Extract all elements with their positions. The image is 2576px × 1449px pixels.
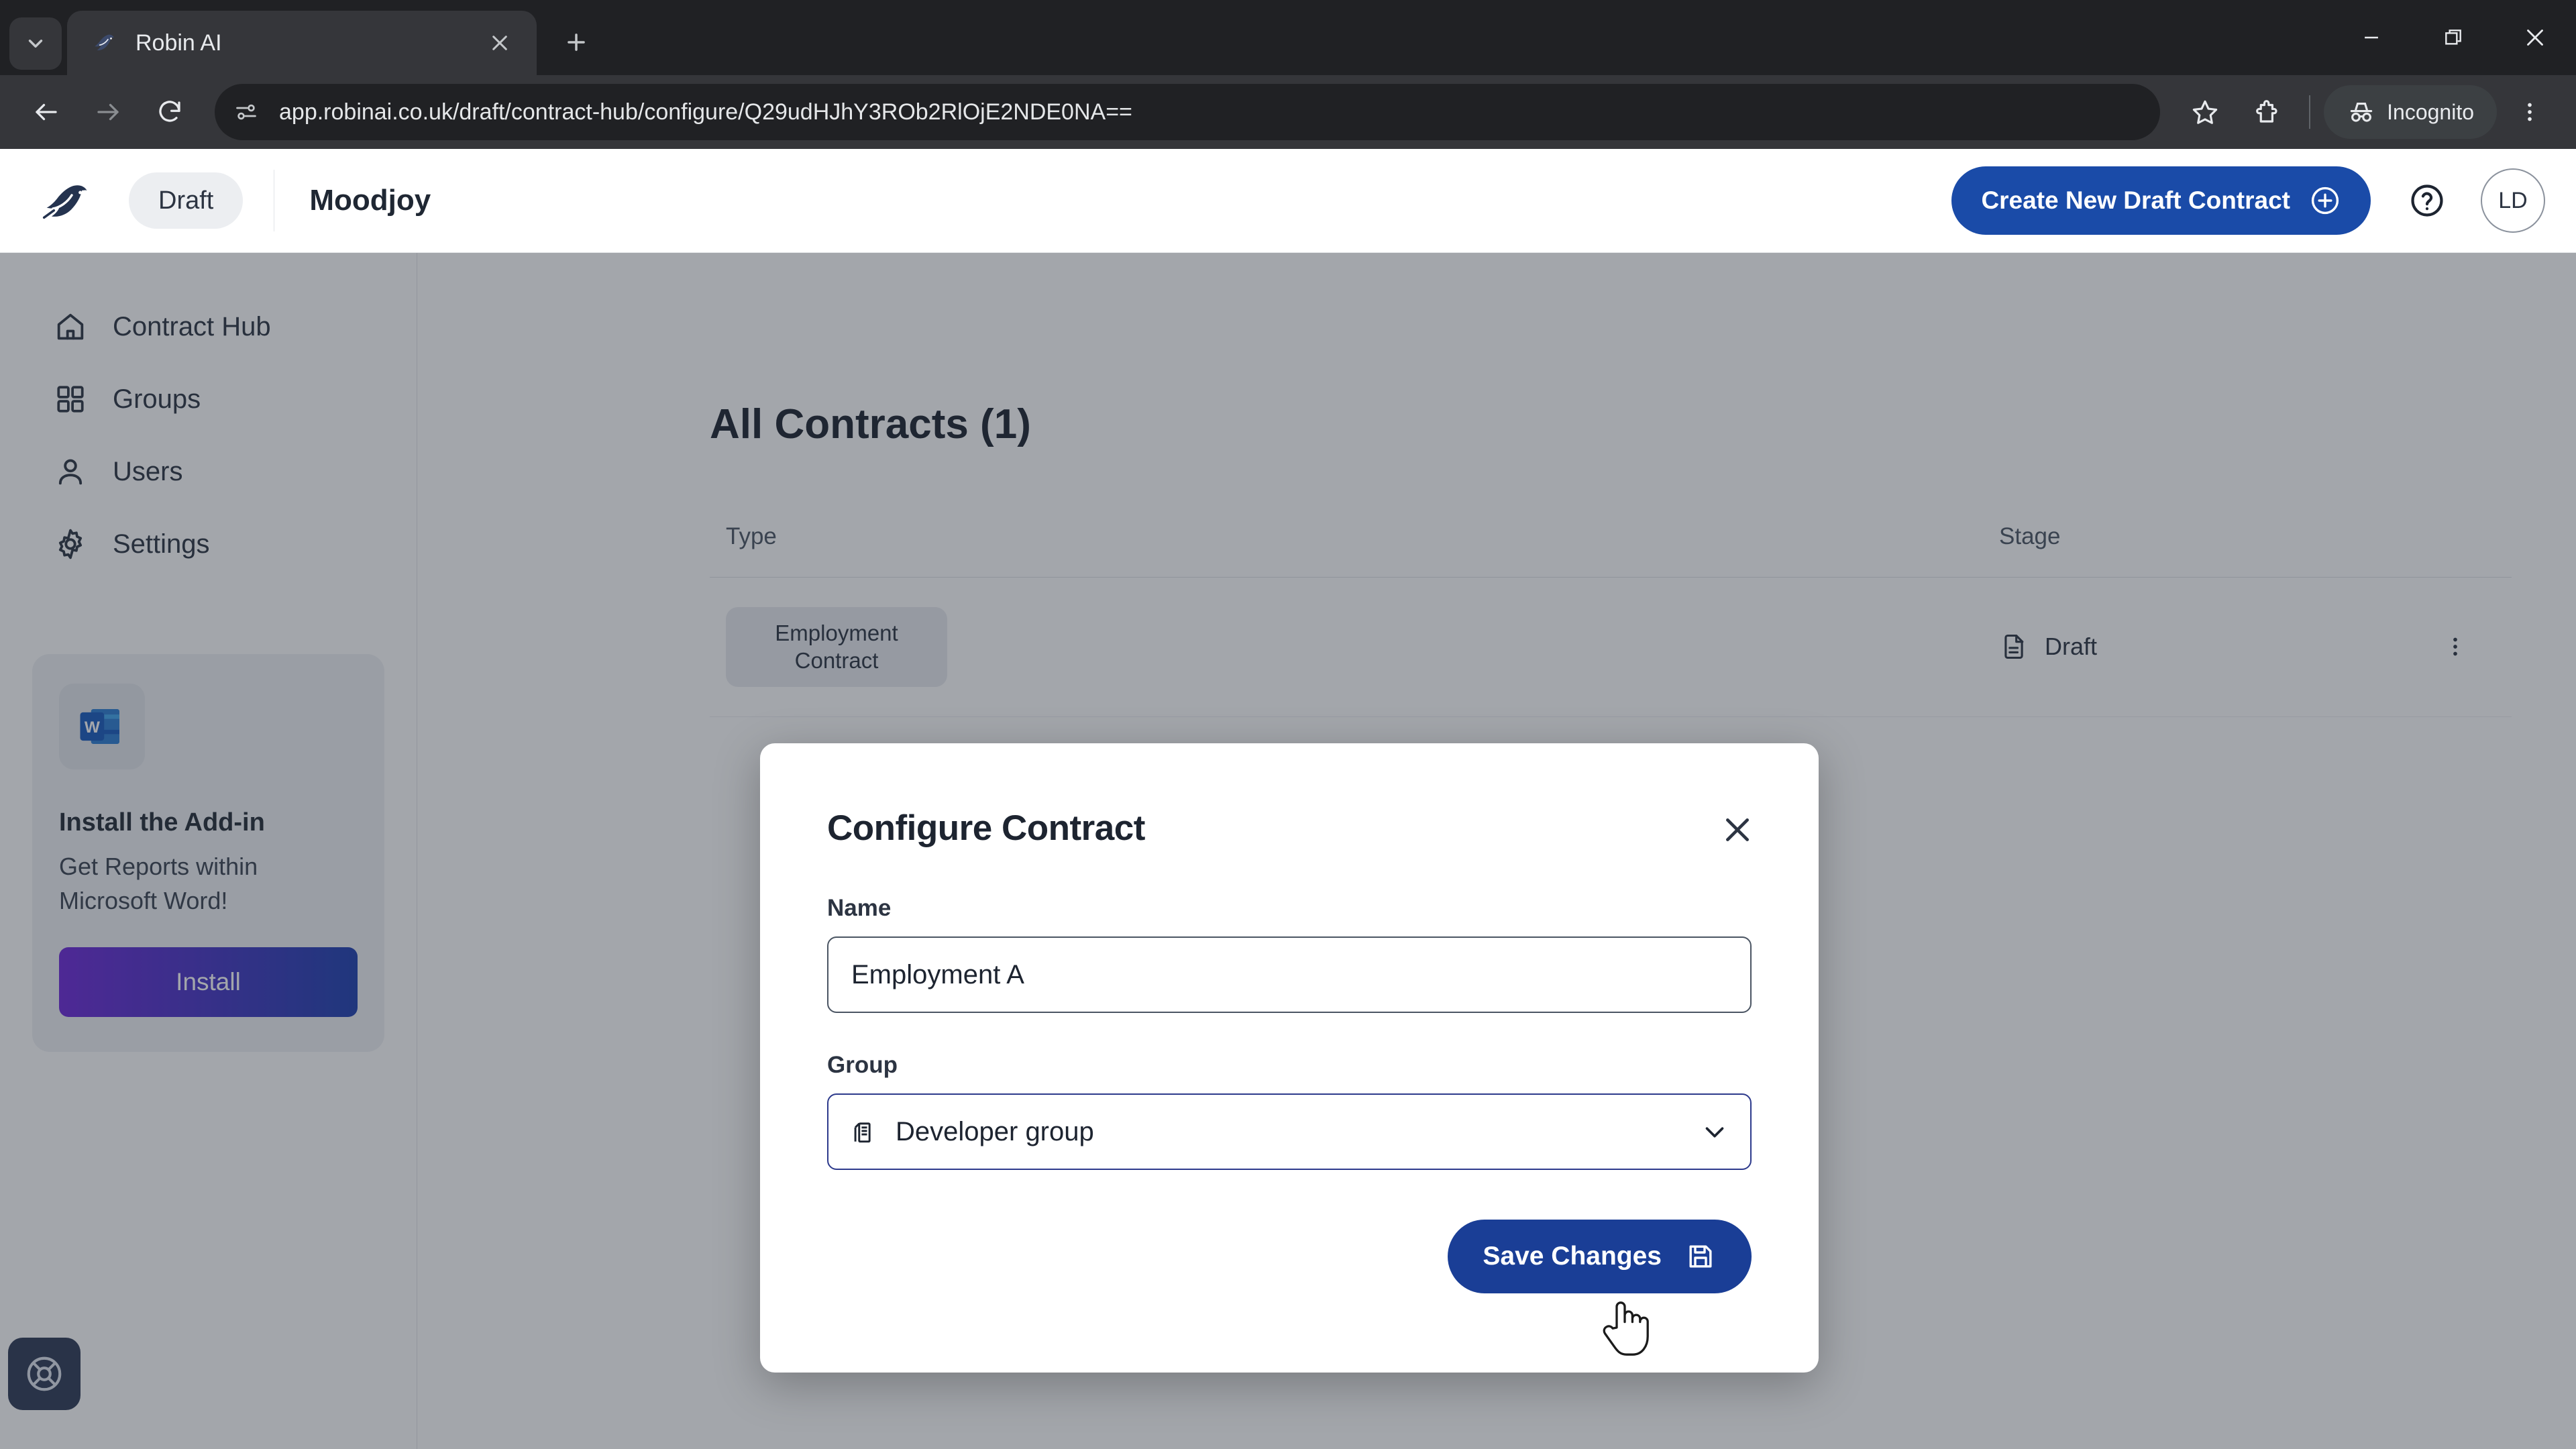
- extensions-puzzle-icon: [2256, 100, 2277, 123]
- app-header: Draft Moodjoy Create New Draft Contract …: [0, 149, 2576, 253]
- extensions-button[interactable]: [2238, 83, 2296, 141]
- org-name: Moodjoy: [309, 184, 431, 217]
- toolbar-divider: [2309, 95, 2311, 129]
- url-text: app.robinai.co.uk/draft/contract-hub/con…: [279, 99, 1132, 125]
- site-settings-icon: [236, 104, 256, 120]
- incognito-indicator[interactable]: Incognito: [2324, 85, 2497, 139]
- app-body: Contract Hub Groups Users Settings W Ins…: [0, 253, 2576, 1449]
- maximize-restore-icon: [2445, 30, 2461, 45]
- floppy-disk-save-icon: [1689, 1245, 1712, 1268]
- group-label: Group: [827, 1052, 898, 1078]
- plus-circle-icon: [2311, 186, 2339, 215]
- incognito-label: Incognito: [2387, 99, 2474, 124]
- minimize-icon: [2365, 36, 2378, 39]
- window-close-icon: [2527, 30, 2543, 46]
- create-new-draft-contract-button[interactable]: Create New Draft Contract: [1951, 166, 2371, 235]
- address-bar[interactable]: app.robinai.co.uk/draft/contract-hub/con…: [215, 84, 2161, 140]
- browser-window: Robin AI app.robinai.co.uk/draft/contrac…: [0, 0, 2576, 1449]
- group-select[interactable]: Developer group: [827, 1093, 1752, 1170]
- product-pill-label: Draft: [158, 186, 214, 215]
- close-icon: [492, 36, 507, 50]
- group-field-group: Group Developer group: [827, 1052, 1752, 1170]
- chevron-down-icon: [28, 40, 43, 48]
- browser-toolbar: app.robinai.co.uk/draft/contract-hub/con…: [0, 75, 2576, 149]
- back-button[interactable]: [17, 83, 75, 141]
- tab-strip: Robin AI: [0, 0, 2576, 75]
- site-settings-button[interactable]: [224, 90, 268, 134]
- contract-name-value: Employment A: [851, 959, 1024, 989]
- arrow-forward-icon: [97, 103, 119, 121]
- user-avatar[interactable]: LD: [2481, 168, 2545, 233]
- close-icon: [1726, 818, 1749, 841]
- name-field-group: Name Employment A: [827, 895, 1752, 1013]
- create-button-label: Create New Draft Contract: [1981, 186, 2290, 214]
- modal-title: Configure Contract: [827, 808, 1145, 848]
- reload-button[interactable]: [141, 83, 199, 141]
- building-icon: [854, 1122, 871, 1143]
- window-controls: [2330, 0, 2576, 75]
- browser-tab-robin-ai[interactable]: Robin AI: [67, 11, 537, 75]
- group-select-value: Developer group: [896, 1116, 1094, 1146]
- page-viewport: Draft Moodjoy Create New Draft Contract …: [0, 149, 2576, 1449]
- tab-title: Robin AI: [136, 30, 222, 56]
- plus-icon: [568, 34, 585, 51]
- modal-header: Configure Contract: [827, 808, 1752, 856]
- maximize-button[interactable]: [2412, 0, 2494, 75]
- product-pill-draft[interactable]: Draft: [129, 172, 244, 229]
- avatar-initials: LD: [2498, 187, 2528, 213]
- tab-search-button[interactable]: [9, 17, 62, 70]
- chevron-down-icon: [1705, 1127, 1724, 1138]
- robin-bird-favicon: [91, 28, 121, 58]
- name-label: Name: [827, 895, 892, 921]
- window-close-button[interactable]: [2494, 0, 2576, 75]
- new-tab-button[interactable]: [553, 19, 600, 66]
- save-changes-button[interactable]: Save Changes: [1448, 1220, 1752, 1293]
- arrow-back-icon: [36, 103, 57, 121]
- star-icon: [2192, 100, 2218, 124]
- bookmark-button[interactable]: [2176, 83, 2234, 141]
- save-button-label: Save Changes: [1483, 1242, 1662, 1271]
- minimize-button[interactable]: [2330, 0, 2412, 75]
- question-circle-icon: [2411, 184, 2443, 217]
- help-button[interactable]: [2395, 168, 2459, 233]
- robin-bird-logo[interactable]: [40, 179, 98, 222]
- modal-close-button[interactable]: [1711, 804, 1764, 856]
- reload-icon: [159, 101, 180, 122]
- tab-close-button[interactable]: [482, 25, 518, 61]
- incognito-hat-icon: [2350, 102, 2373, 122]
- three-dot-menu-icon: [2528, 103, 2532, 121]
- browser-menu-button[interactable]: [2501, 83, 2559, 141]
- configure-contract-modal: Configure Contract Name Employment A Gro…: [760, 743, 1819, 1373]
- contract-name-input[interactable]: Employment A: [827, 936, 1752, 1013]
- forward-button[interactable]: [79, 83, 137, 141]
- modal-actions: Save Changes: [827, 1220, 1752, 1293]
